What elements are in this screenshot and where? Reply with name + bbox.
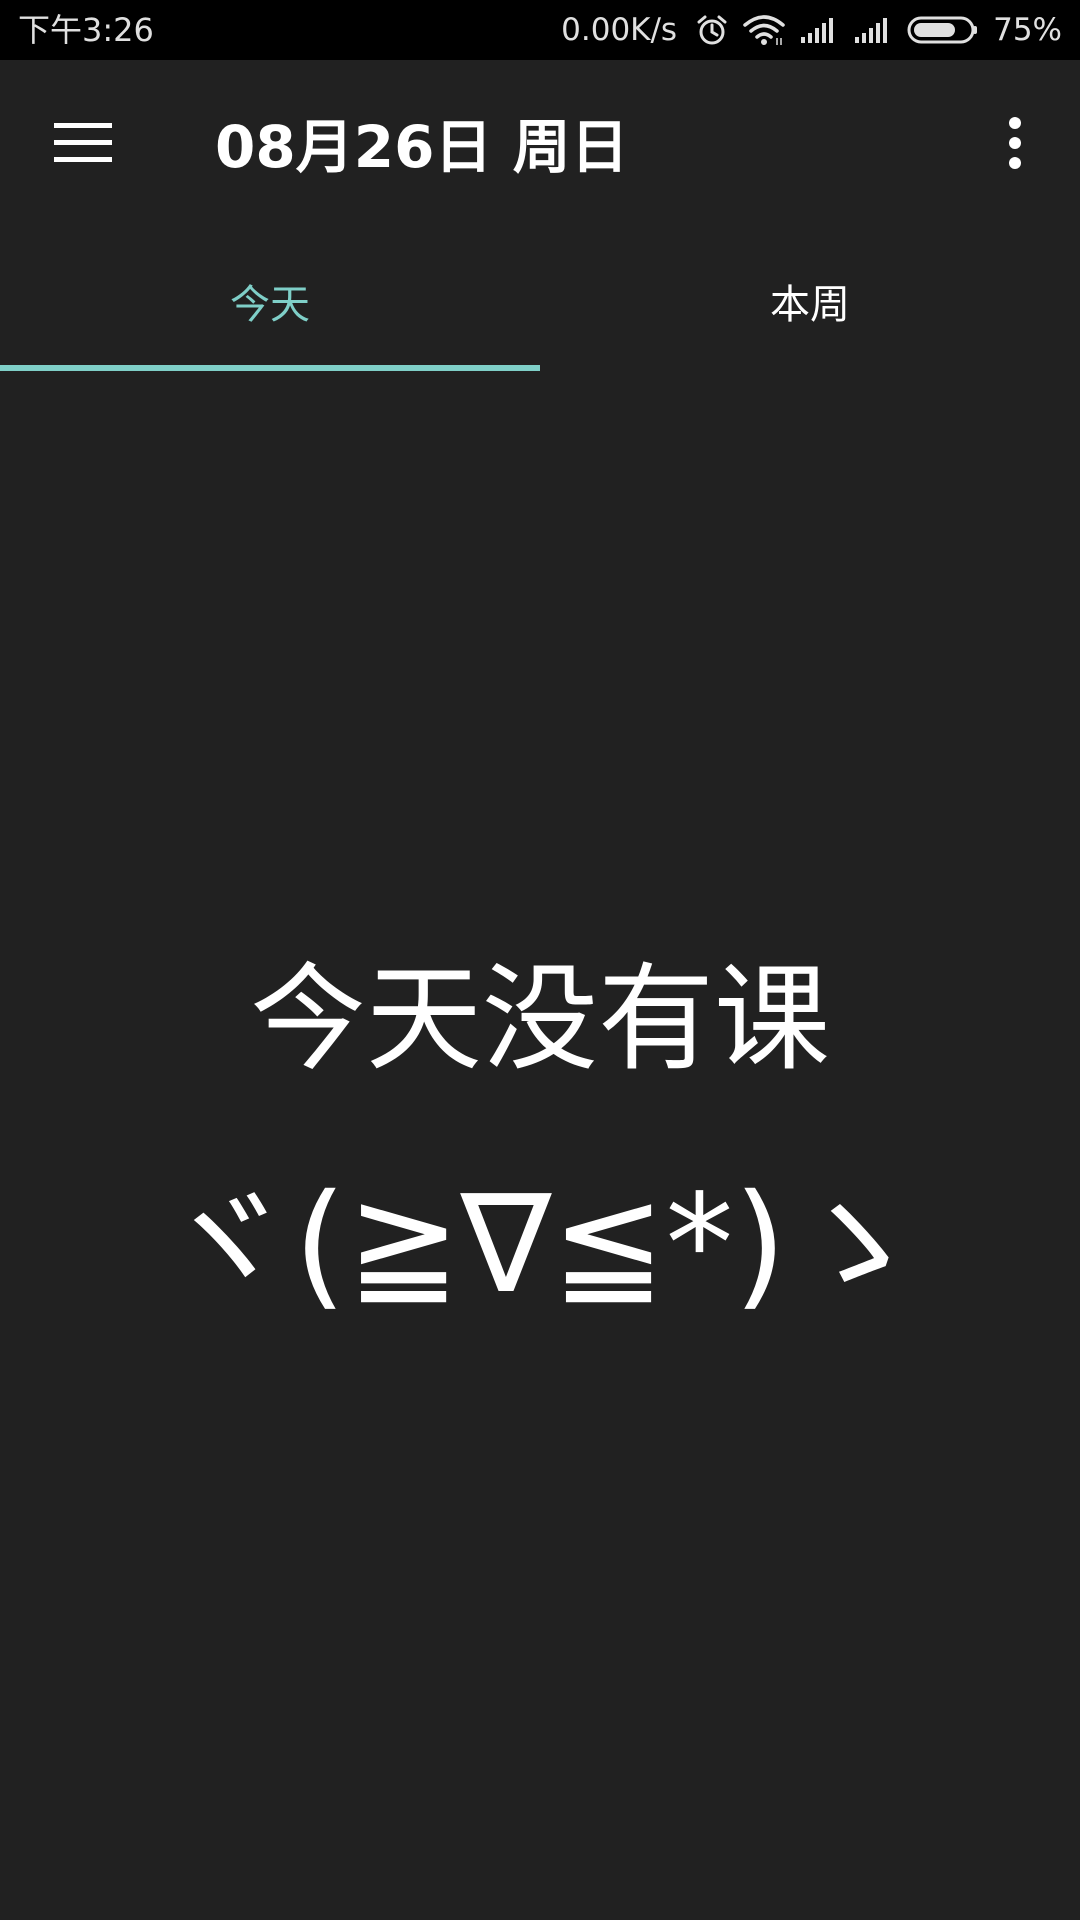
more-vertical-icon [1008, 117, 1022, 173]
empty-state-message: 今天没有课 [250, 952, 830, 1087]
status-bar: 下午3:26 0.00K/s 75% [0, 0, 1080, 60]
more-options-button[interactable] [980, 110, 1050, 180]
tab-today[interactable]: 今天 [0, 230, 540, 372]
signal-icon [853, 15, 893, 45]
battery-icon [907, 15, 979, 45]
tab-bar: 今天 本周 [0, 230, 1080, 372]
battery-percent: 75% [993, 12, 1062, 48]
network-speed: 0.00K/s [561, 12, 678, 48]
wifi-icon [743, 14, 785, 46]
screen: 下午3:26 0.00K/s 75% 08月26日 周日 今天 本周 今天没有课… [0, 0, 1080, 1920]
tab-indicator [0, 365, 540, 371]
menu-button[interactable] [38, 110, 128, 180]
tab-this-week[interactable]: 本周 [540, 230, 1080, 372]
app-bar: 08月26日 周日 [0, 60, 1080, 230]
alarm-icon [695, 13, 729, 47]
empty-state-emoticon: ヾ(≧∇≦*)ゝ [157, 1166, 923, 1324]
page-title: 08月26日 周日 [215, 113, 629, 181]
hamburger-menu-icon [54, 121, 112, 169]
signal-icon [799, 15, 839, 45]
status-right-group: 0.00K/s 75% [561, 0, 1062, 60]
status-time: 下午3:26 [18, 11, 154, 49]
